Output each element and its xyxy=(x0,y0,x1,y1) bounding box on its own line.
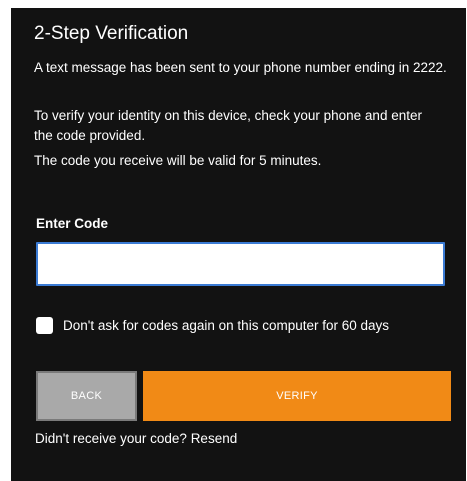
back-button[interactable]: BACK xyxy=(36,371,137,421)
dialog-title: 2-Step Verification xyxy=(34,23,189,44)
remember-device-row[interactable]: Don't ask for codes again on this comput… xyxy=(36,317,389,334)
remember-device-checkbox[interactable] xyxy=(36,317,53,334)
resend-link[interactable]: Resend xyxy=(191,431,238,446)
verification-panel: 2-Step Verification A text message has b… xyxy=(11,8,466,481)
remember-device-label[interactable]: Don't ask for codes again on this comput… xyxy=(63,318,389,333)
validity-text: The code you receive will be valid for 5… xyxy=(34,153,322,168)
message-sent-text: A text message has been sent to your pho… xyxy=(34,60,447,75)
resend-prompt: Didn't receive your code? xyxy=(35,431,187,446)
enter-code-label: Enter Code xyxy=(36,216,109,231)
verify-button[interactable]: VERIFY xyxy=(143,371,451,421)
resend-row: Didn't receive your code? Resend xyxy=(35,431,237,446)
code-input[interactable] xyxy=(36,242,445,286)
instructions-text: To verify your identity on this device, … xyxy=(34,108,422,143)
